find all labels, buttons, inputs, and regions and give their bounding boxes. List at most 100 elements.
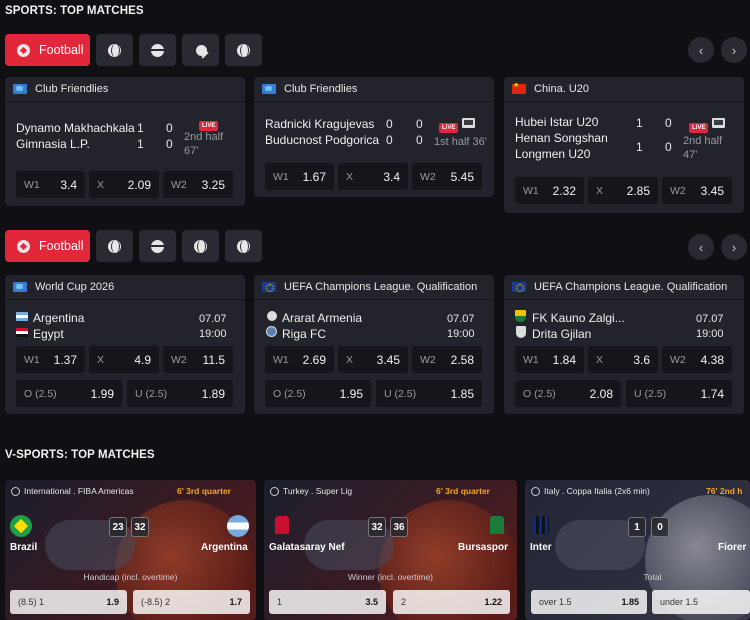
tab-football[interactable]: Football <box>5 34 90 66</box>
odd-value: 4.38 <box>700 352 724 367</box>
odd-label: (8.5) 1 <box>18 597 45 607</box>
odd-w2[interactable]: W2 3.45 <box>662 177 732 204</box>
sport-tabs: Football <box>5 34 262 66</box>
vodd-button[interactable]: (8.5) 1 1.9 <box>10 590 127 614</box>
odd-w2[interactable]: W2 4.38 <box>662 346 732 373</box>
tab-hockey[interactable] <box>139 34 176 66</box>
team-away: Drita Gjilan <box>532 327 592 341</box>
next-button[interactable]: › <box>721 37 747 63</box>
prev-button[interactable]: ‹ <box>688 37 714 63</box>
match-minute: 47' <box>683 149 698 161</box>
odd-under[interactable]: U (2.5) 1.74 <box>626 380 732 407</box>
match-card[interactable]: Club Friendlies Radnicki Kragujevas Budu… <box>254 77 494 197</box>
league-name: Turkey . Super Lig <box>283 486 353 496</box>
odd-value: 1.95 <box>339 386 363 401</box>
odd-over[interactable]: O (2.5) 1.95 <box>265 380 371 407</box>
chevron-right-icon: › <box>731 239 737 255</box>
odd-w1[interactable]: W1 2.69 <box>265 346 334 373</box>
league-name: China. U20 <box>534 83 590 95</box>
sport-tabs: Football <box>5 230 262 262</box>
odd-value: 5.45 <box>450 169 474 184</box>
football-icon <box>17 239 30 253</box>
odd-label: X <box>596 353 604 366</box>
vodd-button[interactable]: (-8.5) 2 1.7 <box>133 590 250 614</box>
tab-volleyball[interactable] <box>182 230 219 262</box>
tv-icon[interactable] <box>712 118 725 128</box>
basketball-icon <box>270 486 279 496</box>
team-away: Argentina <box>201 542 248 553</box>
tab-basketball[interactable] <box>96 34 133 66</box>
odd-x[interactable]: X 2.09 <box>89 171 159 198</box>
tab-racket[interactable] <box>182 34 219 66</box>
odd-x[interactable]: X 3.4 <box>338 163 408 190</box>
odd-w2[interactable]: W2 5.45 <box>412 163 482 190</box>
score: 1 <box>137 137 144 151</box>
team-home: Hubei Istar U20 <box>515 115 599 129</box>
odd-under[interactable]: U (2.5) 1.85 <box>376 380 482 407</box>
match-time: 19:00 <box>199 328 227 340</box>
odd-w1[interactable]: W1 1.37 <box>16 346 85 373</box>
live-badge: LIVE <box>199 121 219 131</box>
market-name: Total <box>643 572 662 582</box>
odd-w2[interactable]: W2 2.58 <box>412 346 482 373</box>
match-card[interactable]: UEFA Champions League. Qualification Ara… <box>254 275 494 414</box>
tab-tennis[interactable] <box>225 230 262 262</box>
next-button[interactable]: › <box>721 234 747 260</box>
tv-icon[interactable] <box>462 118 475 128</box>
match-time: 76' 2nd h <box>706 486 743 496</box>
odd-w2[interactable]: W2 11.5 <box>163 346 233 373</box>
chevron-left-icon: ‹ <box>698 239 704 255</box>
odd-label: 2 <box>401 597 407 607</box>
odd-value: 1.84 <box>552 352 576 367</box>
odd-over[interactable]: O (2.5) 2.08 <box>515 380 621 407</box>
league-name: Club Friendlies <box>284 83 358 95</box>
vodd-button[interactable]: 2 1.22 <box>393 590 510 614</box>
vsport-card[interactable]: Turkey . Super Lig 6' 3rd quarter Galata… <box>264 480 517 620</box>
odd-w1[interactable]: W1 3.4 <box>16 171 85 198</box>
odd-value: 2.69 <box>302 352 326 367</box>
league-name: Italy . Coppa Italia (2x6 min) <box>544 486 650 496</box>
match-minute: 67' <box>184 145 199 157</box>
basketball-icon <box>108 43 121 57</box>
odd-w1[interactable]: W1 2.32 <box>515 177 584 204</box>
match-card[interactable]: World Cup 2026 Argentina Egypt 07.07 19:… <box>5 275 245 414</box>
match-date: 07.07 <box>447 313 475 325</box>
uefa-icon <box>262 282 276 292</box>
tab-football[interactable]: Football <box>5 230 90 262</box>
odd-w1[interactable]: W1 1.84 <box>515 346 584 373</box>
odd-w2[interactable]: W2 3.25 <box>163 171 233 198</box>
vodd-button[interactable]: 1 3.5 <box>269 590 386 614</box>
match-card[interactable]: China. U20 Hubei Istar U20 Henan Songsha… <box>504 77 744 213</box>
vsport-card[interactable]: International . FIBA Americas 6' 3rd qua… <box>5 480 256 620</box>
team-logo-icon <box>515 310 526 322</box>
match-period: 1st half 36' <box>434 136 487 148</box>
football-icon <box>531 486 540 496</box>
vodd-button[interactable]: under 1.5 <box>652 590 750 614</box>
team-logo-icon <box>267 311 277 321</box>
tab-hockey[interactable] <box>139 230 176 262</box>
odd-x[interactable]: X 4.9 <box>89 346 159 373</box>
prev-button[interactable]: ‹ <box>688 234 714 260</box>
card-header: UEFA Champions League. Qualification <box>504 275 744 300</box>
odd-label: W1 <box>523 353 539 366</box>
odd-x[interactable]: X 3.45 <box>338 346 408 373</box>
match-card[interactable]: Club Friendlies Dynamo Makhachkala Gimna… <box>5 77 245 206</box>
tab-basketball[interactable] <box>96 230 133 262</box>
vodd-button[interactable]: over 1.5 1.85 <box>531 590 647 614</box>
odd-w1[interactable]: W1 1.67 <box>265 163 334 190</box>
score: 1 <box>137 121 144 135</box>
odd-over[interactable]: O (2.5) 1.99 <box>16 380 122 407</box>
odd-under[interactable]: U (2.5) 1.89 <box>127 380 233 407</box>
league-name: UEFA Champions League. Qualification <box>284 281 478 293</box>
tab-tennis[interactable] <box>225 34 262 66</box>
score: 0 <box>665 140 672 154</box>
team-logo-icon <box>266 326 277 337</box>
vsport-card[interactable]: Italy . Coppa Italia (2x6 min) 76' 2nd h… <box>525 480 750 620</box>
match-card[interactable]: UEFA Champions League. Qualification FK … <box>504 275 744 414</box>
odd-x[interactable]: X 2.85 <box>588 177 658 204</box>
odd-x[interactable]: X 3.6 <box>588 346 658 373</box>
team-home: Brazil <box>10 542 38 553</box>
team-home: Galatasaray Nef <box>269 542 345 553</box>
odd-label: W2 <box>171 353 187 366</box>
chevron-right-icon: › <box>731 42 737 58</box>
